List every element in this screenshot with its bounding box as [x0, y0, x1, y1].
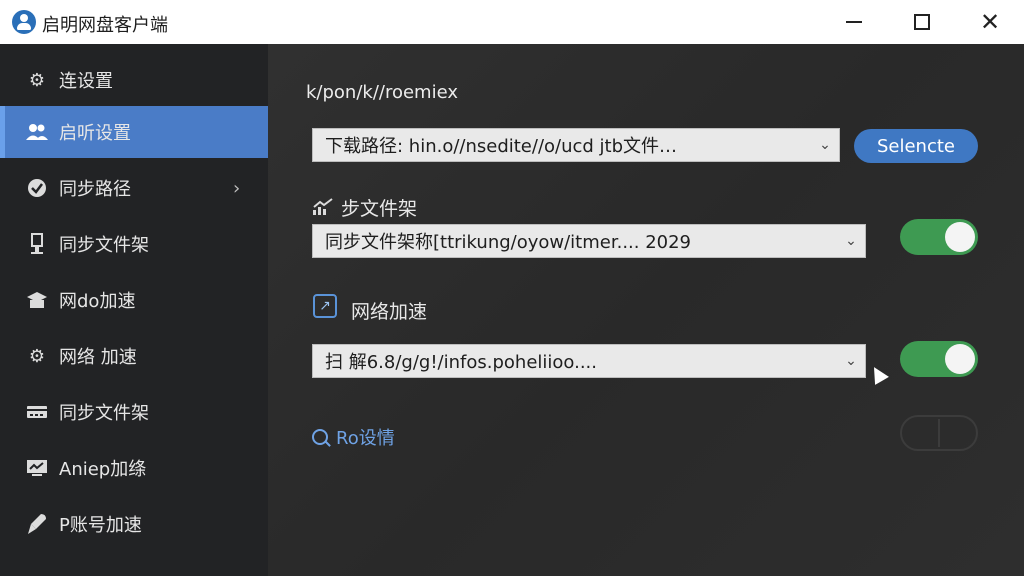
chevron-down-icon[interactable]: ⌄ — [811, 129, 839, 161]
sidebar-item-label: 同步路径 — [59, 179, 131, 200]
network-value: 扫 解6.8/g/g!/infos.poheliioo.... — [325, 352, 597, 373]
chart-icon — [312, 198, 334, 218]
sidebar-item-network-accel[interactable]: ⚙ 网络 加速 — [0, 330, 268, 382]
sidebar-item-label: 网络 加速 — [59, 347, 137, 368]
sidebar-item-connection[interactable]: ⚙ 连设置 — [0, 54, 268, 106]
sidebar-item-label: 同步文件架 — [59, 403, 149, 424]
details-link[interactable]: Ro设情 — [312, 424, 395, 450]
monitor-icon — [26, 457, 48, 479]
network-select[interactable]: 扫 解6.8/g/g!/infos.poheliioo.... ⌄ — [312, 344, 866, 378]
sync-section-label: 步文件架 — [341, 198, 418, 220]
minimize-icon — [846, 21, 862, 23]
download-path-select[interactable]: 下载路径: hin.o//nsedite//o/ucd jtb文件… ⌄ — [312, 128, 840, 162]
path-heading: k/pon/k//roemiex — [306, 82, 458, 103]
sidebar-item-listen-settings[interactable]: 启听设置 — [0, 106, 268, 158]
sync-folder-value: 同步文件架称[ttrikung/oyow/itmer.... 2029 — [325, 232, 692, 253]
sidebar-item-account-accel[interactable]: P账号加速 — [0, 498, 268, 550]
close-icon: ✕ — [979, 8, 1001, 36]
download-path-value: 下载路径: hin.o//nsedite//o/ucd jtb文件… — [325, 136, 678, 157]
toggle-knob — [945, 344, 975, 374]
details-link-label: Ro设情 — [336, 428, 395, 449]
users-icon — [26, 121, 48, 143]
search-icon — [312, 429, 328, 445]
network-toggle[interactable] — [900, 341, 978, 377]
maximize-icon — [914, 14, 930, 30]
plug-icon — [26, 233, 48, 255]
select-button[interactable]: Selencte — [854, 129, 978, 163]
minimize-button[interactable] — [820, 0, 888, 44]
sidebar-item-label: 网do加速 — [59, 291, 136, 312]
rocket-icon — [26, 513, 48, 535]
chevron-down-icon[interactable]: ⌄ — [837, 225, 865, 257]
sync-toggle[interactable] — [900, 219, 978, 255]
sidebar-item-network-do[interactable]: 网do加速 — [0, 274, 268, 326]
sidebar-item-label: P账号加速 — [59, 515, 142, 536]
app-logo-icon — [12, 10, 36, 34]
sidebar-item-label: 连设置 — [59, 71, 113, 92]
sidebar-item-aniep[interactable]: Aniep加绦 — [0, 442, 268, 494]
network-section-label: 网络加速 — [351, 301, 428, 323]
close-button[interactable]: ✕ — [956, 0, 1024, 44]
details-toggle[interactable] — [900, 415, 978, 451]
chevron-down-icon[interactable]: ⌄ — [837, 345, 865, 377]
sidebar: ⚙ 连设置 启听设置 同步路径 › 同步文件架 网do加速 ⚙ 网络 加速 同步… — [0, 44, 268, 576]
chevron-right-icon: › — [233, 177, 241, 199]
gear-icon: ⚙ — [28, 69, 46, 91]
sidebar-item-label: Aniep加绦 — [59, 459, 147, 480]
maximize-button[interactable] — [888, 0, 956, 44]
sidebar-item-sync-path[interactable]: 同步路径 › — [0, 162, 268, 214]
toggle-knob — [945, 222, 975, 252]
title-bar: 启明网盘客户端 ✕ — [0, 0, 1024, 44]
speed-icon: ↗ — [313, 294, 337, 318]
card-icon — [26, 401, 48, 423]
sidebar-item-label: 启听设置 — [59, 123, 131, 144]
toggle-divider — [938, 419, 940, 447]
check-circle-icon — [26, 177, 48, 199]
gear-icon: ⚙ — [28, 345, 46, 367]
app-title: 启明网盘客户端 — [42, 15, 168, 36]
sidebar-item-sync-folder[interactable]: 同步文件架 — [0, 218, 268, 270]
sync-folder-select[interactable]: 同步文件架称[ttrikung/oyow/itmer.... 2029 ⌄ — [312, 224, 866, 258]
sidebar-item-label: 同步文件架 — [59, 235, 149, 256]
cap-icon — [26, 289, 48, 311]
sidebar-item-sync-folder-2[interactable]: 同步文件架 — [0, 386, 268, 438]
